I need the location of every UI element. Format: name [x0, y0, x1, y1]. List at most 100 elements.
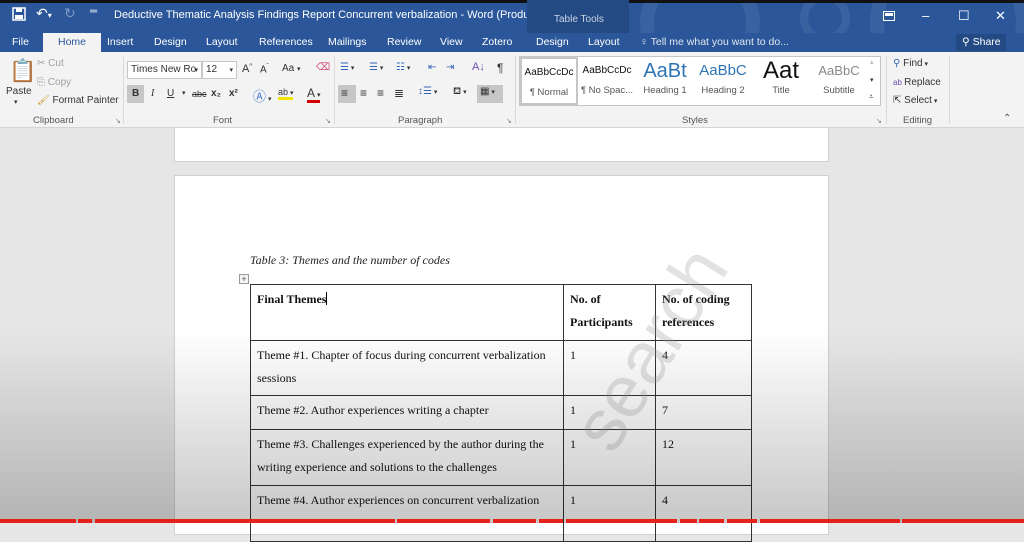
maximize-button[interactable]: ☐: [958, 8, 970, 24]
style-heading-1[interactable]: AaBt Heading 1: [636, 57, 694, 105]
tab-design[interactable]: Design: [154, 36, 187, 48]
select-button[interactable]: ⇱ Select ▾: [893, 95, 937, 106]
minimize-button[interactable]: –: [922, 8, 929, 23]
align-center-icon[interactable]: ≡: [360, 86, 367, 100]
style-normal[interactable]: AaBbCcDc ¶ Normal: [520, 57, 578, 105]
styles-launcher-icon[interactable]: ↘: [876, 117, 882, 125]
tab-references[interactable]: References: [259, 36, 313, 48]
close-button[interactable]: ✕: [995, 8, 1006, 24]
align-left-icon[interactable]: ≡: [341, 86, 348, 100]
highlight-color-icon[interactable]: ab ▾: [278, 87, 294, 100]
shrink-font-button[interactable]: Aˇ: [260, 64, 269, 75]
style-name: Title: [772, 85, 790, 96]
paste-button[interactable]: Paste: [6, 86, 32, 97]
format-painter-button[interactable]: 🖌 Format Painter: [37, 95, 119, 106]
clear-formatting-icon[interactable]: ⌫: [316, 62, 330, 73]
references-cell[interactable]: 4: [655, 485, 752, 542]
header-cell[interactable]: No. of Participants: [563, 284, 656, 341]
scissors-icon: ✂: [37, 58, 49, 69]
italic-button[interactable]: I: [151, 88, 154, 99]
tab-view[interactable]: View: [440, 36, 463, 48]
undo-icon[interactable]: ↶▾: [36, 5, 52, 22]
tab-table-design[interactable]: Design: [536, 36, 569, 48]
grow-font-button[interactable]: A^: [242, 63, 252, 75]
change-case-button[interactable]: Aa ▾: [282, 63, 301, 74]
style-subtitle[interactable]: AaBbC Subtitle: [810, 57, 868, 105]
gallery-scroll-down-icon[interactable]: ▾: [870, 76, 874, 84]
participants-cell[interactable]: 1: [563, 340, 656, 396]
sort-icon[interactable]: A↓: [472, 61, 485, 73]
references-cell[interactable]: 12: [655, 429, 752, 486]
theme-cell[interactable]: Theme #3. Challenges experienced by the …: [250, 429, 564, 486]
theme-cell[interactable]: Theme #2. Author experiences writing a c…: [250, 395, 564, 430]
collapse-ribbon-icon[interactable]: ⌃: [1003, 113, 1011, 124]
copy-button[interactable]: ⎘ Copy: [37, 77, 71, 88]
borders-icon[interactable]: ▦ ▾: [480, 86, 495, 97]
clipboard-launcher-icon[interactable]: ↘: [115, 117, 121, 125]
subscript-button[interactable]: x₂: [211, 88, 221, 99]
tell-me-box[interactable]: ♀ Tell me what you want to do...: [640, 36, 789, 48]
style-name: ¶ Normal: [529, 87, 569, 98]
underline-button[interactable]: U: [167, 88, 174, 99]
magnifier-icon: ⚲: [893, 58, 904, 69]
decrease-indent-icon[interactable]: ⇤: [428, 62, 436, 73]
participants-cell[interactable]: 1: [563, 485, 656, 542]
tab-table-layout[interactable]: Layout: [588, 36, 620, 48]
tab-zotero[interactable]: Zotero: [482, 36, 512, 48]
progress-segment: [493, 519, 536, 523]
tab-mailings[interactable]: Mailings: [328, 36, 367, 48]
numbering-icon[interactable]: ☰ ▾: [369, 62, 383, 73]
font-launcher-icon[interactable]: ↘: [325, 117, 331, 125]
table-move-handle-icon[interactable]: +: [239, 274, 249, 284]
paragraph-launcher-icon[interactable]: ↘: [506, 117, 512, 125]
font-size-select[interactable]: 12 ▾: [202, 61, 237, 79]
ribbon-display-options-icon[interactable]: [883, 9, 895, 24]
participants-cell[interactable]: 1: [563, 429, 656, 486]
header-cell[interactable]: No. of coding references: [655, 284, 752, 341]
header-cell[interactable]: Final Themes: [250, 284, 564, 341]
underline-dropdown-icon[interactable]: ▾: [182, 89, 186, 97]
bullets-icon[interactable]: ☰ ▾: [340, 62, 354, 73]
customize-qat-icon[interactable]: ═: [90, 6, 97, 17]
multilevel-list-icon[interactable]: ☷ ▾: [396, 62, 410, 73]
share-button[interactable]: ⚲ Share: [956, 34, 1006, 51]
style-no-spacing[interactable]: AaBbCcDc ¶ No Spac...: [578, 57, 636, 105]
show-formatting-button[interactable]: ¶: [497, 61, 503, 75]
save-icon[interactable]: [12, 7, 26, 24]
gallery-more-icon[interactable]: ⩡: [869, 92, 874, 102]
shading-icon[interactable]: ⛾ ▾: [453, 86, 467, 99]
tab-file[interactable]: File: [12, 36, 29, 48]
references-cell[interactable]: 7: [655, 395, 752, 430]
style-heading-2[interactable]: AaBbC Heading 2: [694, 57, 752, 105]
font-group-label: Font: [213, 115, 233, 126]
tab-insert[interactable]: Insert: [107, 36, 133, 48]
theme-cell[interactable]: Theme #4. Author experiences on concurre…: [250, 485, 564, 542]
video-progress-bar[interactable]: [0, 519, 1024, 523]
bold-button[interactable]: B: [132, 88, 139, 99]
text-effects-icon[interactable]: Ⓐ ▾: [253, 86, 271, 105]
references-cell[interactable]: 4: [655, 340, 752, 396]
gallery-scroll-up-icon[interactable]: ▴: [870, 58, 874, 66]
increase-indent-icon[interactable]: ⇥: [446, 62, 454, 73]
replace-button[interactable]: ab Replace: [893, 77, 941, 88]
justify-icon[interactable]: ≣: [394, 86, 404, 100]
cut-button[interactable]: ✂ Cut: [37, 58, 64, 69]
theme-cell[interactable]: Theme #1. Chapter of focus during concur…: [250, 340, 564, 396]
lightbulb-icon: ♀: [640, 36, 651, 48]
tab-review[interactable]: Review: [387, 36, 421, 48]
superscript-button[interactable]: x²: [229, 88, 238, 99]
participants-cell[interactable]: 1: [563, 395, 656, 430]
font-color-icon[interactable]: A ▾: [307, 86, 321, 103]
strikethrough-button[interactable]: abc: [192, 89, 207, 99]
paste-dropdown-icon[interactable]: ▾: [14, 98, 18, 106]
header-final-themes: Final Themes: [257, 292, 327, 306]
tab-layout[interactable]: Layout: [206, 36, 238, 48]
find-button[interactable]: ⚲ Find ▾: [893, 58, 928, 69]
paste-icon[interactable]: 📋: [9, 58, 36, 84]
chevron-down-icon: ▾: [194, 67, 198, 74]
style-title[interactable]: Aat Title: [752, 57, 810, 105]
line-spacing-icon[interactable]: ↕☰ ▾: [418, 86, 437, 97]
tab-home[interactable]: Home: [43, 33, 102, 53]
align-right-icon[interactable]: ≡: [377, 86, 384, 100]
font-name-select[interactable]: Times New Ro ▾: [127, 61, 202, 79]
